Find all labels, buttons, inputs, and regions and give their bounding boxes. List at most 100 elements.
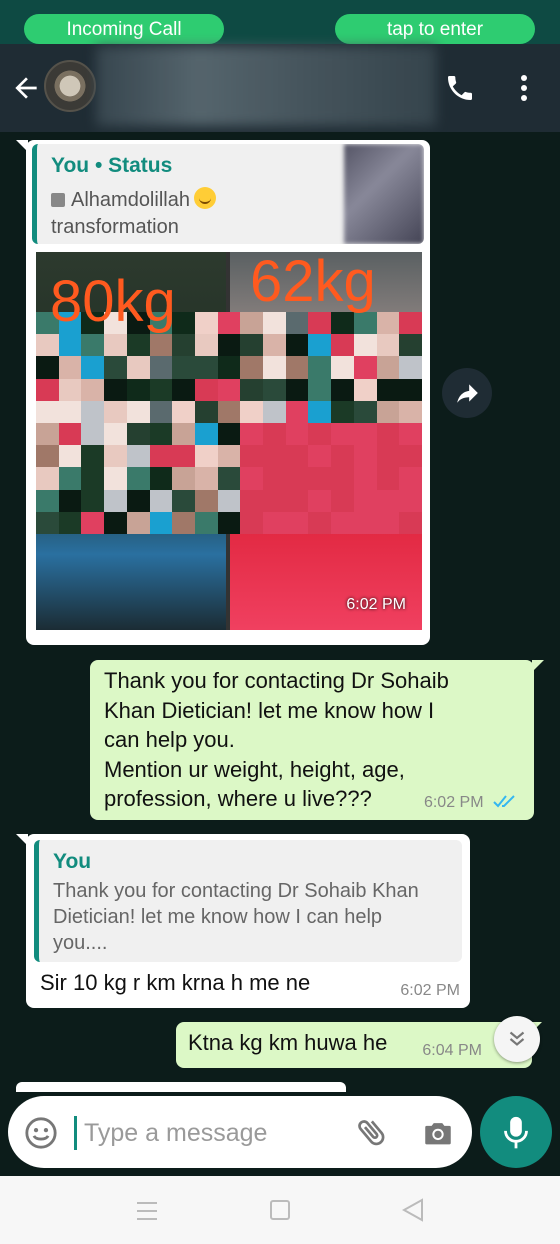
transformation-photo[interactable]: 80kg 62kg 6:02 PM <box>36 252 422 630</box>
mosaic-cell <box>104 445 127 468</box>
mosaic-cell <box>353 312 377 335</box>
incoming-call-pill[interactable]: Incoming Call <box>24 14 224 44</box>
message-time: 6:04 PM <box>422 1042 482 1059</box>
incoming-message[interactable]: You Thank you for contacting Dr Sohaib K… <box>16 834 470 1008</box>
mosaic-cell <box>104 356 127 379</box>
mosaic-cell <box>126 467 150 490</box>
mosaic-cell <box>149 423 173 446</box>
camera-icon[interactable] <box>420 1116 456 1150</box>
mosaic-cell <box>240 423 264 446</box>
mosaic-cell <box>376 423 400 446</box>
mosaic-cell <box>263 312 286 335</box>
emoji-icon[interactable] <box>24 1116 58 1150</box>
message-composer <box>8 1096 472 1168</box>
message-text: Sir 10 kg r km krna h me ne <box>40 970 311 995</box>
reply-author: You <box>53 850 92 873</box>
mosaic-cell <box>308 467 332 490</box>
mosaic-cell <box>331 489 354 512</box>
mosaic-cell <box>217 467 241 490</box>
mosaic-cell <box>217 378 241 401</box>
mosaic-cell <box>58 489 82 512</box>
mosaic-cell <box>126 423 150 446</box>
mosaic-cell <box>285 489 309 512</box>
mosaic-cell <box>263 489 286 512</box>
forward-icon <box>457 384 478 403</box>
back-arrow-icon[interactable] <box>10 72 42 104</box>
tap-to-enter-pill[interactable]: tap to enter <box>335 14 535 44</box>
reply-quote[interactable]: You Thank you for contacting Dr Sohaib K… <box>34 840 462 962</box>
mosaic-cell <box>36 400 59 423</box>
mosaic-cell <box>81 423 105 446</box>
weight-before-label: 80kg <box>50 269 176 334</box>
outgoing-message[interactable]: Thank you for contacting Dr Sohaib Khan … <box>90 660 544 820</box>
message-meta: 6:02 PM <box>424 793 520 812</box>
mosaic-cell <box>399 467 422 490</box>
mosaic-cell <box>376 467 400 490</box>
mosaic-cell <box>308 356 332 379</box>
call-banner: Incoming Call tap to enter <box>0 0 560 44</box>
text-cursor <box>74 1116 77 1150</box>
mosaic-cell <box>240 400 264 423</box>
mosaic-cell <box>399 511 422 534</box>
mosaic-cell <box>399 423 422 446</box>
mosaic-cell <box>126 334 150 357</box>
mosaic-cell <box>399 400 422 423</box>
mosaic-cell <box>353 334 377 357</box>
reply-text-line: Dietician! let me know how I can help <box>53 906 383 928</box>
mosaic-cell <box>172 445 195 468</box>
message-time: 6:02 PM <box>423 794 484 811</box>
nav-back-icon[interactable] <box>402 1198 424 1222</box>
mosaic-cell <box>149 489 173 512</box>
more-vert-icon[interactable] <box>512 72 536 104</box>
chat-header <box>0 44 560 132</box>
mosaic-cell <box>263 400 286 423</box>
status-image-bubble[interactable]: You • Status Alhamdolillah transformatio… <box>16 140 430 645</box>
scroll-to-bottom-button[interactable] <box>494 1016 540 1062</box>
contact-name[interactable] <box>96 46 436 126</box>
mosaic-cell <box>285 356 309 379</box>
mosaic-cell <box>240 445 264 468</box>
mosaic-cell <box>308 489 332 512</box>
mosaic-cell <box>353 400 377 423</box>
phone-icon[interactable] <box>444 72 476 104</box>
avatar[interactable] <box>44 60 96 112</box>
mosaic-cell <box>285 423 309 446</box>
mosaic-cell <box>194 489 218 512</box>
mosaic-cell <box>126 400 150 423</box>
mosaic-cell <box>81 445 105 468</box>
mosaic-cell <box>81 511 105 534</box>
chevron-double-down-icon <box>509 1031 525 1046</box>
image-icon <box>51 193 65 207</box>
forward-button[interactable] <box>442 368 492 418</box>
chat-area[interactable]: You • Status Alhamdolillah transformatio… <box>0 132 560 1092</box>
mosaic-cell <box>126 378 150 401</box>
mosaic-cell <box>353 423 377 446</box>
mosaic-cell <box>285 378 309 401</box>
status-quote[interactable]: You • Status Alhamdolillah transformatio… <box>32 144 424 244</box>
partial-message-bubble <box>16 1082 346 1092</box>
mosaic-cell <box>194 312 218 335</box>
mosaic-cell <box>331 356 354 379</box>
home-icon[interactable] <box>270 1200 290 1220</box>
message-input[interactable] <box>84 1110 344 1156</box>
mosaic-cell <box>240 334 264 357</box>
mosaic-cell <box>104 378 127 401</box>
mosaic-cell <box>308 511 332 534</box>
mosaic-cell <box>58 356 82 379</box>
outgoing-message[interactable]: Ktna kg km huwa he 6:04 PM <box>176 1022 542 1068</box>
mosaic-cell <box>399 334 422 357</box>
paperclip-icon[interactable] <box>354 1114 390 1150</box>
recents-icon[interactable] <box>136 1200 158 1222</box>
mosaic-cell <box>36 423 59 446</box>
mosaic-cell <box>217 334 241 357</box>
mosaic-cell <box>308 445 332 468</box>
mosaic-cell <box>399 312 422 335</box>
message-time: 6:02 PM <box>400 982 460 999</box>
mosaic-cell <box>353 445 377 468</box>
mosaic-cell <box>331 445 354 468</box>
voice-message-button[interactable] <box>480 1096 552 1168</box>
pixelated-faces <box>36 312 422 534</box>
message-line: Mention ur weight, height, age, <box>104 756 405 782</box>
mosaic-cell <box>353 356 377 379</box>
double-check-icon <box>493 795 515 808</box>
